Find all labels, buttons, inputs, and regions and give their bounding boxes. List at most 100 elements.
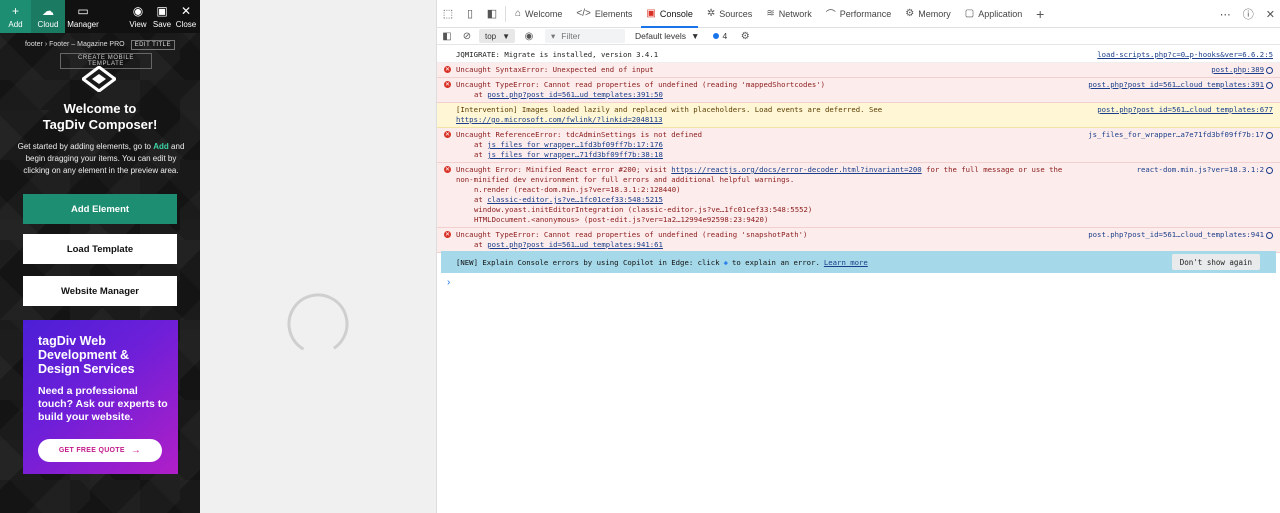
stack-frame: at post.php?post_id=561…ud_templates:941… [474, 240, 663, 249]
website-manager-button[interactable]: Website Manager [23, 276, 177, 306]
devtools-panel: ⬚ ▯ ◧ ⌂ Welcome </> Elements ▣ Console ✲ Sou… [436, 0, 1280, 513]
inspect-icon[interactable]: ⬚ [437, 0, 459, 28]
error-icon: ✕ [444, 66, 451, 73]
tab-application[interactable]: ▢ Application [958, 0, 1029, 28]
composer-panel: + Add ☁ Cloud ▭ Manager ◉ View ▣ Save ✕ … [0, 0, 200, 513]
source-map-icon [1266, 66, 1273, 74]
error-icon: ✕ [444, 131, 451, 138]
toolbar-close-button[interactable]: ✕ Close [174, 0, 198, 33]
welcome-heading: Welcome to TagDiv Composer! [42, 101, 158, 132]
console-messages: JQMIGRATE: Migrate is installed, version… [437, 48, 1280, 253]
source-link[interactable]: js_files_for_wrapper…a7e71fd3bf09ff7b:17 [1088, 130, 1273, 140]
home-icon: ⌂ [515, 8, 522, 19]
source-link[interactable]: load-scripts.php?c=0…p-hooks&ver=6.6.2:5 [1097, 50, 1273, 60]
filter-input[interactable]: ▾ Filter [545, 29, 625, 43]
toolbar-save-button[interactable]: ▣ Save [150, 0, 174, 33]
code-icon: </> [576, 8, 591, 19]
issues-counter[interactable]: 4 [713, 31, 727, 41]
more-tabs-plus-icon[interactable]: + [1029, 0, 1051, 28]
stack-frame: at js_files_for_wrapper…71fd3bf09ff7b:38… [474, 150, 663, 159]
preview-area[interactable] [200, 0, 436, 513]
copilot-icon: ◈ [723, 257, 728, 267]
bug-icon: ✲ [706, 8, 716, 19]
console-error: ✕ Uncaught TypeError: Cannot read proper… [437, 78, 1280, 103]
log-levels-dropdown[interactable]: Default levels ▼ [635, 31, 699, 41]
eye-icon[interactable]: ◉ [519, 31, 539, 42]
stack-frame: at js_files_for_wrapper…1fd3bf09ff7b:17:… [474, 140, 663, 149]
tab-memory[interactable]: ⚙ Memory [898, 0, 957, 28]
stack-frame: window.yoast.initEditorIntegration (clas… [474, 205, 813, 214]
source-link[interactable]: react-dom.min.js?ver=18.3.1:2 [1137, 165, 1273, 175]
caret-down-icon: ▼ [502, 31, 511, 41]
source-link[interactable]: post.php?post_id=561…cloud_templates:677 [1097, 105, 1273, 115]
source-link[interactable]: post.php:389 [1211, 65, 1273, 75]
manager-icon: ▭ [77, 4, 89, 18]
learn-more-link[interactable]: Learn more [824, 258, 868, 267]
tagdiv-logo-icon [82, 66, 116, 92]
source-link[interactable]: post.php?post_id=561…cloud_templates:941 [1088, 230, 1273, 240]
console-error: ✕ Uncaught SyntaxError: Unexpected end o… [437, 63, 1280, 78]
tab-network[interactable]: ≋ Network [759, 0, 818, 28]
clear-console-icon[interactable]: ⊘ [457, 31, 477, 42]
dock-icon[interactable]: ◧ [481, 0, 503, 28]
tab-console[interactable]: ▣ Console [639, 0, 699, 28]
copilot-banner: [NEW] Explain Console errors by using Co… [441, 251, 1276, 273]
toolbar-manager-button[interactable]: ▭ Manager [65, 0, 101, 33]
source-map-icon [1266, 231, 1273, 239]
intro-add-link[interactable]: Add [153, 142, 169, 151]
promo-title: tagDiv Web Development & Design Services [38, 334, 135, 376]
settings-gear-icon[interactable]: ⚙ [735, 31, 755, 42]
react-error-link[interactable]: https://reactjs.org/docs/error-decoder.h… [671, 165, 921, 174]
stack-frame: at post.php?post_id=561…ud_templates:391… [474, 90, 663, 99]
console-message: JQMIGRATE: Migrate is installed, version… [437, 48, 1280, 63]
intervention-link[interactable]: https://go.microsoft.com/fwlink/?linkid=… [456, 115, 1277, 125]
error-icon: ✕ [444, 231, 451, 238]
console-error: ✕ Uncaught TypeError: Cannot read proper… [437, 228, 1280, 253]
close-devtools-icon[interactable]: ✕ [1266, 8, 1275, 21]
intro-text: Get started by adding elements, go to Ad… [17, 142, 185, 175]
console-error: ✕ Uncaught Error: Minified React error #… [437, 163, 1280, 228]
add-element-button[interactable]: Add Element [23, 194, 177, 224]
close-icon: ✕ [180, 4, 192, 18]
issue-dot-icon [713, 33, 720, 39]
stack-frame: n.render (react-dom.min.js?ver=18.3.1:2:… [474, 185, 681, 194]
stack-frame: at classic-editor.js?ve…1fc01cef33:548:5… [474, 195, 663, 204]
dont-show-again-button[interactable]: Don't show again [1171, 254, 1260, 270]
load-template-button[interactable]: Load Template [23, 234, 177, 264]
promo-subtitle: Need a professional touch? Ask our exper… [38, 385, 168, 423]
promo-banner: tagDiv Web Development & Design Services… [23, 320, 178, 474]
source-map-icon [1266, 166, 1273, 174]
more-options-icon[interactable]: ⋯ [1220, 8, 1231, 21]
source-link[interactable]: post.php?post_id=561…cloud_templates:391 [1088, 80, 1273, 90]
arrow-right-icon: → [130, 445, 142, 456]
application-icon: ▢ [964, 8, 975, 19]
plus-icon: + [11, 4, 19, 18]
context-selector[interactable]: top ▼ [479, 29, 515, 43]
console-warning: [Intervention] Images loaded lazily and … [437, 103, 1280, 128]
memory-icon: ⚙ [905, 8, 915, 19]
help-icon[interactable]: ⓘ [1243, 6, 1254, 22]
console-toolbar: ◧ ⊘ top ▼ ◉ ▾ Filter Default levels ▼ 4 … [437, 28, 1280, 45]
console-error: ✕ Uncaught ReferenceError: tdcAdminSetti… [437, 128, 1280, 163]
tab-sources[interactable]: ✲ Sources [700, 0, 759, 28]
edit-title-button[interactable]: EDIT TITLE [130, 40, 176, 50]
device-emulation-icon[interactable]: ▯ [459, 0, 481, 28]
get-free-quote-button[interactable]: GET FREE QUOTE → [38, 439, 162, 462]
loading-spinner-icon [287, 293, 349, 355]
source-map-icon [1266, 131, 1273, 139]
performance-icon: ⌒ [825, 10, 836, 21]
console-prompt[interactable]: › [447, 277, 450, 288]
stack-frame: HTMLDocument.<anonymous> (post-edit.js?v… [474, 215, 769, 224]
tab-performance[interactable]: ⌒ Performance [819, 0, 899, 28]
toolbar-cloud-button[interactable]: ☁ Cloud [31, 0, 65, 33]
breadcrumb: footer › Footer – Magazine PRO EDIT TITL… [0, 40, 200, 50]
error-icon: ✕ [444, 166, 451, 173]
tab-elements[interactable]: </> Elements [569, 0, 639, 28]
sidebar-toggle-icon[interactable]: ◧ [437, 31, 457, 42]
tab-welcome[interactable]: ⌂ Welcome [508, 0, 569, 28]
error-icon: ✕ [444, 81, 451, 88]
toolbar-view-button[interactable]: ◉ View [126, 0, 150, 33]
toolbar-add-button[interactable]: + Add [0, 0, 31, 33]
wifi-icon: ≋ [766, 8, 775, 19]
source-map-icon [1266, 81, 1273, 89]
